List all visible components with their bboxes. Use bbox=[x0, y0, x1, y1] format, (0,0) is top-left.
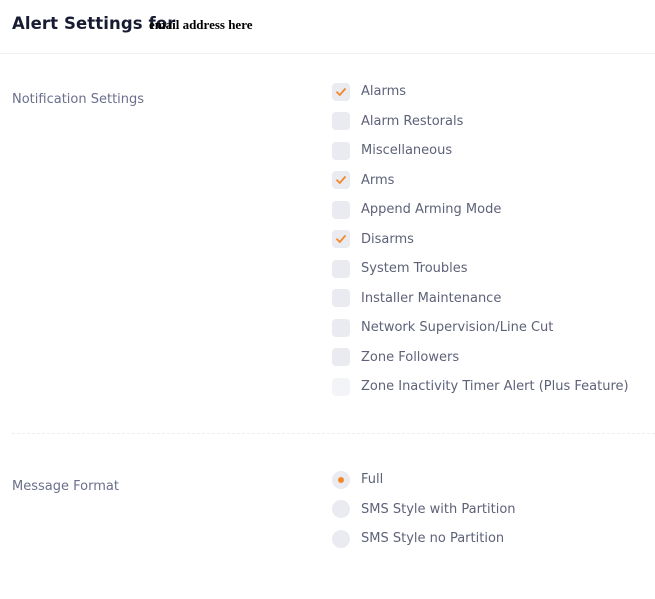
checkbox[interactable] bbox=[332, 82, 350, 101]
checkbox[interactable] bbox=[332, 112, 350, 131]
option-arms[interactable]: Arms bbox=[332, 166, 629, 196]
radio-button[interactable] bbox=[332, 529, 350, 548]
option-zone-followers[interactable]: Zone Followers bbox=[332, 343, 629, 373]
format-sms-with-partition[interactable]: SMS Style with Partition bbox=[332, 495, 516, 525]
checkbox[interactable] bbox=[332, 200, 350, 219]
radio-button[interactable] bbox=[332, 500, 350, 519]
checkmark-icon bbox=[336, 87, 346, 96]
format-full[interactable]: Full bbox=[332, 465, 516, 495]
checkmark-icon bbox=[336, 176, 346, 185]
option-label: Miscellaneous bbox=[361, 143, 453, 159]
option-label: Zone Inactivity Timer Alert (Plus Featur… bbox=[361, 379, 629, 395]
option-label: SMS Style with Partition bbox=[361, 501, 516, 517]
checkmark-icon bbox=[336, 235, 346, 244]
message-format-options-list: Full SMS Style with Partition SMS Style … bbox=[332, 465, 516, 554]
option-label: Network Supervision/Line Cut bbox=[361, 320, 554, 336]
checkbox[interactable] bbox=[332, 289, 350, 308]
page-header: Alert Settings for email address here bbox=[0, 0, 655, 54]
notification-options-list: Alarms Alarm Restorals Miscellaneous Arm… bbox=[332, 77, 629, 402]
option-append-arming-mode[interactable]: Append Arming Mode bbox=[332, 195, 629, 225]
option-label: Arms bbox=[361, 172, 395, 188]
checkbox[interactable] bbox=[332, 141, 350, 160]
option-installer-maintenance[interactable]: Installer Maintenance bbox=[332, 284, 629, 314]
option-label: SMS Style no Partition bbox=[361, 531, 505, 547]
option-label: Append Arming Mode bbox=[361, 202, 502, 218]
notification-settings-label: Notification Settings bbox=[12, 92, 145, 107]
option-zone-inactivity-timer: Zone Inactivity Timer Alert (Plus Featur… bbox=[332, 372, 629, 402]
option-label: Alarms bbox=[361, 84, 407, 100]
section-divider bbox=[12, 433, 655, 434]
option-label: Zone Followers bbox=[361, 349, 460, 365]
option-label: Alarm Restorals bbox=[361, 113, 464, 129]
message-format-label: Message Format bbox=[12, 479, 119, 494]
email-address: email address here bbox=[149, 17, 253, 32]
checkbox bbox=[332, 377, 350, 396]
radio-selected-dot bbox=[338, 476, 344, 483]
checkbox[interactable] bbox=[332, 318, 350, 337]
checkbox[interactable] bbox=[332, 171, 350, 190]
checkbox[interactable] bbox=[332, 348, 350, 367]
option-label: System Troubles bbox=[361, 261, 468, 277]
option-label: Installer Maintenance bbox=[361, 290, 502, 306]
format-sms-no-partition[interactable]: SMS Style no Partition bbox=[332, 524, 516, 554]
option-miscellaneous[interactable]: Miscellaneous bbox=[332, 136, 629, 166]
option-system-troubles[interactable]: System Troubles bbox=[332, 254, 629, 284]
radio-button[interactable] bbox=[332, 470, 350, 489]
option-disarms[interactable]: Disarms bbox=[332, 225, 629, 255]
option-alarms[interactable]: Alarms bbox=[332, 77, 629, 107]
option-label: Full bbox=[361, 472, 384, 488]
option-alarm-restorals[interactable]: Alarm Restorals bbox=[332, 107, 629, 137]
checkbox[interactable] bbox=[332, 259, 350, 278]
option-label: Disarms bbox=[361, 231, 414, 247]
option-network-supervision[interactable]: Network Supervision/Line Cut bbox=[332, 313, 629, 343]
checkbox[interactable] bbox=[332, 230, 350, 249]
